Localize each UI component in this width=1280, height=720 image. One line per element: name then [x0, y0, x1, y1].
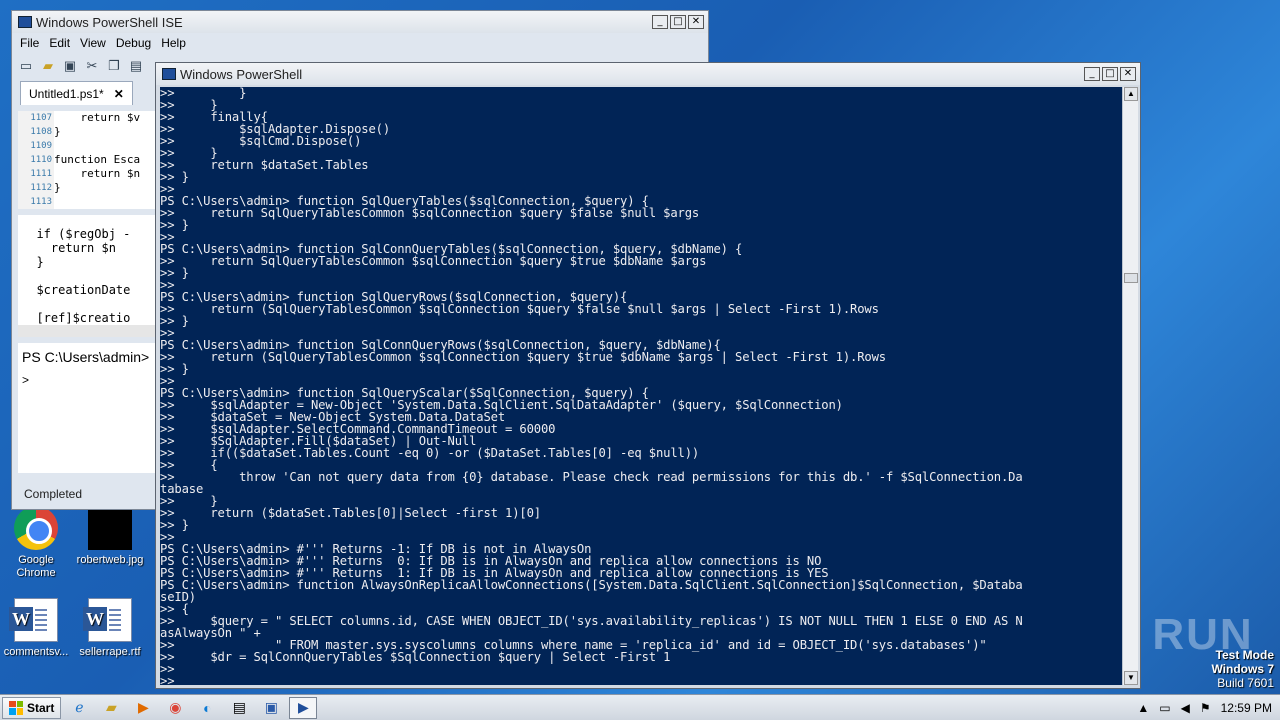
minimize-button[interactable]: _: [652, 15, 668, 29]
line-number: 1107: [30, 113, 52, 123]
close-tab-icon[interactable]: ✕: [114, 87, 124, 101]
powershell-taskbar-icon[interactable]: ▶: [289, 696, 318, 719]
clock[interactable]: 12:59 PM: [1221, 701, 1272, 715]
test-mode-line1: Test Mode: [1215, 648, 1274, 662]
console-caret: >: [22, 373, 30, 387]
chrome-icon: [14, 506, 58, 550]
tab-untitled1[interactable]: Untitled1.ps1* ✕: [20, 81, 133, 105]
desktop-icon-robertweb[interactable]: robertweb.jpg: [76, 506, 144, 567]
notepad-icon[interactable]: ▤: [225, 697, 253, 719]
code-line: }: [22, 255, 44, 269]
windows-logo-icon: [9, 700, 23, 715]
ise-console-pane[interactable]: PS C:\Users\admin> >: [18, 343, 168, 473]
code-line: return $n: [22, 241, 116, 255]
line-number: 1110: [30, 155, 52, 165]
maximize-button[interactable]: □: [670, 15, 686, 29]
copy-icon[interactable]: ❐: [106, 58, 122, 74]
menu-edit[interactable]: Edit: [49, 36, 70, 50]
edge-icon[interactable]: ◐: [193, 697, 221, 719]
menu-view[interactable]: View: [80, 36, 106, 50]
desktop-icon-label: commentsv...: [3, 646, 69, 658]
test-mode-notice: Test Mode Windows 7 Build 7601: [1211, 648, 1274, 690]
code-line: return $n: [54, 167, 141, 180]
test-mode-line2: Windows 7: [1211, 662, 1274, 676]
image-file-icon: [88, 506, 132, 550]
code-line: if ($regObj -: [22, 227, 131, 241]
menu-debug[interactable]: Debug: [116, 36, 151, 50]
scroll-thumb[interactable]: [1124, 273, 1138, 283]
new-file-icon[interactable]: ▭: [18, 58, 34, 74]
open-folder-icon[interactable]: ▰: [40, 58, 56, 74]
taskbar: Start ℯ ▰ ▶ ◉ ◐ ▤ ▣ ▶ ▲ ▭ ◀ ⚑ 12:59 PM: [0, 694, 1280, 720]
powershell-icon: [162, 68, 176, 80]
line-number: 1108: [30, 127, 52, 137]
ise-menubar: File Edit View Debug Help: [12, 33, 708, 53]
script-editor[interactable]: 1107 1108 1109 1110 1111 1112 1113 retur…: [18, 111, 168, 209]
code-line: }: [54, 181, 61, 194]
code-lines: return $v } function Esca return $n }: [54, 111, 140, 209]
ise-title: Windows PowerShell ISE: [36, 14, 183, 30]
console-prompt: PS C:\Users\admin>: [22, 349, 150, 365]
powershell-ise-icon: [18, 16, 32, 28]
system-tray: ▲ ▭ ◀ ⚑ 12:59 PM: [1137, 701, 1280, 715]
cut-icon[interactable]: ✂: [84, 58, 100, 74]
start-button[interactable]: Start: [2, 696, 62, 719]
console-text: >> } >> } >> finally{ >> $sqlAdapter.Dis…: [160, 87, 1023, 685]
media-player-icon[interactable]: ▶: [129, 697, 157, 719]
menu-help[interactable]: Help: [161, 36, 186, 50]
desktop-icon-label: Google Chrome: [16, 554, 56, 579]
tab-label: Untitled1.ps1*: [29, 86, 104, 101]
word-document-icon: [83, 598, 132, 642]
powershell-titlebar[interactable]: Windows PowerShell _ □ ✕: [156, 63, 1140, 85]
vertical-scrollbar[interactable]: ▲ ▼: [1122, 87, 1138, 685]
volume-icon[interactable]: ◀: [1181, 701, 1190, 715]
start-label: Start: [27, 700, 55, 715]
desktop-icon-sellerrape[interactable]: sellerrape.rtf: [76, 598, 144, 659]
internet-explorer-icon[interactable]: ℯ: [65, 697, 93, 719]
close-button[interactable]: ✕: [1120, 67, 1136, 81]
save-icon[interactable]: ▣: [62, 58, 78, 74]
status-text: Completed: [24, 487, 83, 501]
maximize-button[interactable]: □: [1102, 67, 1118, 81]
line-number: 1113: [30, 197, 52, 207]
tray-expand-icon[interactable]: ▲: [1137, 701, 1149, 715]
file-explorer-icon[interactable]: ▰: [97, 697, 125, 719]
line-number: 1111: [30, 169, 52, 179]
close-button[interactable]: ✕: [688, 15, 704, 29]
powershell-ise-taskbar-icon[interactable]: ▣: [257, 697, 285, 719]
powershell-title: Windows PowerShell: [180, 66, 303, 82]
code-line: [ref]$creatio: [22, 311, 131, 325]
code-line: return $v: [54, 111, 141, 124]
line-number: 1112: [30, 183, 52, 193]
ise-titlebar[interactable]: Windows PowerShell ISE _ □ ✕: [12, 11, 708, 33]
desktop-icon-chrome[interactable]: Google Chrome: [2, 506, 70, 580]
network-icon[interactable]: ▭: [1159, 701, 1170, 715]
powershell-window[interactable]: Windows PowerShell _ □ ✕ >> } >> } >> fi…: [155, 62, 1141, 689]
test-mode-line3: Build 7601: [1217, 676, 1274, 690]
word-document-icon: [9, 598, 58, 642]
desktop-icon-label: sellerrape.rtf: [79, 646, 141, 658]
horizontal-scrollbar[interactable]: [18, 325, 168, 337]
chrome-taskbar-icon[interactable]: ◉: [161, 697, 189, 719]
line-number-gutter: 1107 1108 1109 1110 1111 1112 1113: [18, 111, 54, 209]
code-line: }: [54, 125, 61, 138]
console-output[interactable]: >> } >> } >> finally{ >> $sqlAdapter.Dis…: [160, 87, 1122, 685]
desktop-icon-label: robertweb.jpg: [76, 554, 144, 566]
script-pane-secondary[interactable]: if ($regObj - return $n } $creationDate …: [18, 215, 168, 325]
menu-file[interactable]: File: [20, 36, 39, 50]
minimize-button[interactable]: _: [1084, 67, 1100, 81]
code-line: $creationDate: [22, 283, 131, 297]
paste-icon[interactable]: ▤: [128, 58, 144, 74]
desktop-icon-commentsv[interactable]: commentsv...: [2, 598, 70, 659]
line-number: 1109: [30, 141, 52, 151]
scroll-down-icon[interactable]: ▼: [1124, 671, 1138, 685]
scroll-up-icon[interactable]: ▲: [1124, 87, 1138, 101]
code-line: function Esca: [54, 153, 141, 166]
action-center-flag-icon[interactable]: ⚑: [1200, 701, 1211, 715]
